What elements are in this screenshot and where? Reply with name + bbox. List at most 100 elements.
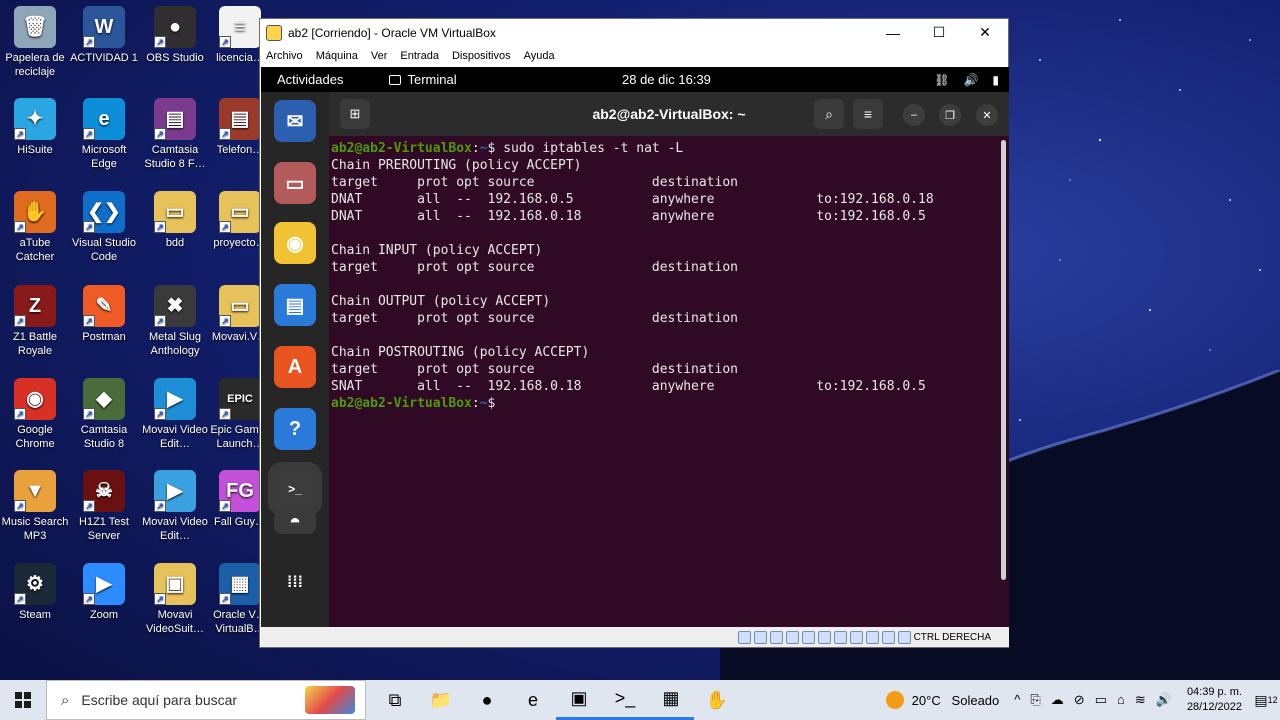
tray-icon[interactable]: ☁ — [1051, 692, 1064, 707]
minimize-icon[interactable]: – — [903, 104, 925, 126]
mouse-status-icon[interactable] — [881, 630, 895, 644]
topbar-tray[interactable]: ⛓ 🔊 ▮ — [934, 73, 999, 87]
recording-status-icon[interactable] — [849, 630, 863, 644]
start-button[interactable] — [0, 680, 46, 720]
maximize-button[interactable]: ☐ — [916, 19, 962, 46]
activities-button[interactable]: Actividades — [277, 72, 343, 87]
terminal-scrollbar[interactable] — [1001, 140, 1006, 580]
dock-files-icon[interactable]: ▭ — [274, 162, 316, 204]
dock-writer-icon[interactable]: ▤ — [274, 284, 316, 326]
taskbar-obs-icon[interactable]: ● — [464, 680, 510, 720]
restore-icon[interactable]: ❐ — [939, 104, 961, 126]
display-status-icon[interactable] — [833, 630, 847, 644]
desktop-icon[interactable]: ▼ ↗ Music Search MP3 — [0, 470, 70, 543]
desktop-icon[interactable]: ▶ ↗ Zoom — [69, 563, 139, 622]
guest-screen[interactable]: Actividades Terminal 28 de dic 16:39 ⛓ 🔊… — [261, 67, 1009, 629]
terminal-window[interactable]: ⊞ ab2@ab2-VirtualBox: ~ ⌕ ≡ – ❐ ✕ ab2@ab… — [329, 92, 1009, 629]
desktop-icon[interactable]: ▭ ↗ bdd — [140, 191, 210, 250]
desktop-icon[interactable]: ☠ ↗ H1Z1 Test Server — [69, 470, 139, 543]
taskbar-app-active-icon[interactable]: ▣ — [556, 680, 602, 720]
menu-ayuda[interactable]: Ayuda — [524, 50, 555, 62]
desktop-icon[interactable]: ✖ ↗ Metal Slug Anthology — [140, 285, 210, 358]
taskbar-atube-icon[interactable]: ✋ — [694, 680, 740, 720]
desktop-app-icon: ✋ ↗ — [14, 191, 56, 233]
battery-icon: ▮ — [992, 72, 999, 87]
desktop-icon[interactable]: 🗑 Papelera de reciclaje — [0, 6, 70, 79]
terminal-output[interactable]: ab2@ab2-VirtualBox:~$ sudo iptables -t n… — [329, 136, 999, 629]
topbar-clock[interactable]: 28 de dic 16:39 — [622, 72, 711, 87]
dock-thunderbird-icon[interactable]: ✉ — [274, 100, 316, 142]
shortcut-arrow-icon: ↗ — [154, 128, 166, 140]
virtualbox-window[interactable]: ab2 [Corriendo] - Oracle VM VirtualBox —… — [259, 18, 1009, 648]
cpu-status-icon[interactable] — [865, 630, 879, 644]
shortcut-arrow-icon: ↗ — [83, 500, 95, 512]
menu-maquina[interactable]: Máquina — [316, 50, 358, 62]
taskbar-file-explorer-icon[interactable]: 📁 — [418, 680, 464, 720]
command-text: sudo iptables -t nat -L — [503, 141, 684, 156]
dock-show-apps-icon[interactable]: ⁞⁞⁞ — [274, 562, 316, 604]
tray-icon[interactable]: 🔊 — [1156, 692, 1172, 707]
menu-dispositivos[interactable]: Dispositivos — [452, 50, 511, 62]
dock-help-icon[interactable]: ? — [274, 408, 316, 450]
desktop-icon[interactable]: ⚙ ↗ Steam — [0, 563, 70, 622]
tray-icon[interactable]: ⎘ — [1030, 692, 1040, 707]
taskbar-virtualbox-icon[interactable]: ▦ — [648, 680, 694, 720]
desktop-icon[interactable]: ❮❯ ↗ Visual Studio Code — [69, 191, 139, 264]
shared-folder-status-icon[interactable] — [817, 630, 831, 644]
tray-icon[interactable]: ⊘ — [1074, 692, 1085, 707]
optical-status-icon[interactable] — [753, 630, 767, 644]
desktop-icon[interactable]: ✦ ↗ HiSuite — [0, 98, 70, 157]
taskbar-terminal-icon[interactable]: >_ — [602, 680, 648, 720]
taskbar-edge-icon[interactable]: e — [510, 680, 556, 720]
hamburger-menu-icon[interactable]: ≡ — [853, 99, 883, 129]
tray-icon[interactable]: ▭ — [1095, 692, 1107, 707]
app-menu-terminal[interactable]: Terminal — [389, 72, 457, 87]
desktop-app-icon: ● ↗ — [154, 6, 196, 48]
taskbar-clock[interactable]: 04:39 p. m. 28/12/2022 — [1187, 685, 1242, 715]
weather-widget[interactable]: 20°C Soleado — [885, 691, 999, 709]
desktop-icon-label: Zoom — [89, 609, 119, 621]
hdd-status-icon[interactable] — [737, 630, 751, 644]
close-button[interactable]: ✕ — [962, 19, 1008, 46]
desktop-icon[interactable]: ✋ ↗ aTube Catcher — [0, 191, 70, 264]
desktop-app-icon: EPIC ↗ — [219, 378, 261, 420]
desktop-icon[interactable]: ✎ ↗ Postman — [69, 285, 139, 344]
tray-icon[interactable]: ≋ — [1135, 692, 1146, 707]
keyboard-status-icon[interactable] — [897, 630, 911, 644]
notification-center-button[interactable]: ▤ 12 — [1252, 686, 1280, 714]
audio-status-icon[interactable] — [769, 630, 783, 644]
prompt-user: ab2@ab2-VirtualBox — [331, 141, 472, 156]
taskbar-task-view-icon[interactable]: ⧉ — [372, 680, 418, 720]
desktop-app-icon: ▶ ↗ — [83, 563, 125, 605]
menu-entrada[interactable]: Entrada — [400, 50, 439, 62]
desktop-icon[interactable]: e ↗ Microsoft Edge — [69, 98, 139, 171]
shortcut-arrow-icon: ↗ — [83, 128, 95, 140]
desktop-icon[interactable]: ▤ ↗ Camtasia Studio 8 F… — [140, 98, 210, 171]
system-tray: 20°C Soleado ^ ⎘ ☁ ⊘ ▭ ⌂ ≋ 🔊 04:39 p. m. 28/12/2… — [885, 680, 1280, 720]
usb-status-icon[interactable] — [801, 630, 815, 644]
close-icon[interactable]: ✕ — [976, 104, 998, 126]
menu-archivo[interactable]: Archivo — [266, 50, 303, 62]
tray-icon[interactable]: ⌂ — [1117, 692, 1125, 707]
desktop-icon[interactable]: ▶ ↗ Movavi Video Edit… — [140, 378, 210, 451]
desktop-icon[interactable]: W ↗ ACTIVIDAD 1 — [69, 6, 139, 65]
desktop-icon[interactable]: ◉ ↗ Google Chrome — [0, 378, 70, 451]
tray-icon[interactable]: ^ — [1014, 692, 1020, 707]
vbox-titlebar[interactable]: ab2 [Corriendo] - Oracle VM VirtualBox —… — [260, 19, 1008, 46]
desktop-icon[interactable]: ◆ ↗ Camtasia Studio 8 — [69, 378, 139, 451]
search-icon[interactable]: ⌕ — [814, 99, 844, 129]
dock-terminal-icon[interactable]: >_ — [268, 462, 322, 516]
menu-ver[interactable]: Ver — [371, 50, 388, 62]
dock-rhythmbox-icon[interactable]: ◉ — [274, 222, 316, 264]
dock-optical-drive-icon[interactable]: ◓ — [274, 510, 316, 534]
dock-software-icon[interactable]: A — [274, 346, 316, 388]
network-status-icon[interactable] — [785, 630, 799, 644]
terminal-headerbar[interactable]: ⊞ ab2@ab2-VirtualBox: ~ ⌕ ≡ – ❐ ✕ — [329, 92, 1009, 136]
desktop-icon[interactable]: ▶ ↗ Movavi Video Edit… — [140, 470, 210, 543]
prompt-user-2: ab2@ab2-VirtualBox — [331, 396, 472, 411]
desktop-icon[interactable]: Z ↗ Z1 Battle Royale — [0, 285, 70, 358]
taskbar-search-box[interactable]: ⌕ Escribe aquí para buscar — [46, 680, 366, 720]
desktop-icon[interactable]: ● ↗ OBS Studio — [140, 6, 210, 65]
minimize-button[interactable]: — — [870, 19, 916, 46]
desktop-icon[interactable]: ▣ ↗ Movavi VideoSuit… — [140, 563, 210, 636]
